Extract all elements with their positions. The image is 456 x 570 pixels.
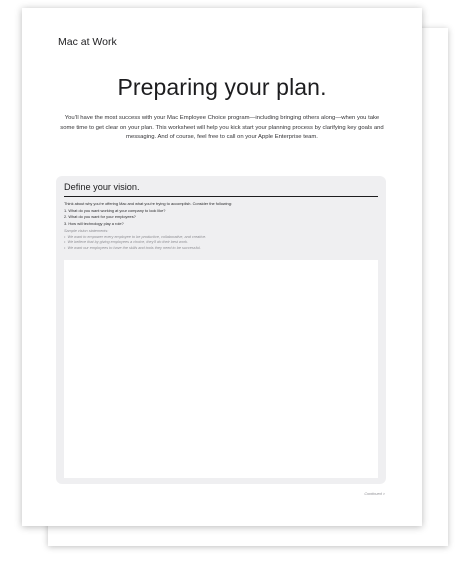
brand-label: Mac at Work bbox=[58, 36, 117, 48]
intro-paragraph: You’ll have the most success with your M… bbox=[60, 115, 384, 141]
section-heading: Define your vision. bbox=[64, 182, 140, 192]
question-item: 3. How will technology play a role? bbox=[64, 220, 124, 226]
question-item: 1. What do you want working at your comp… bbox=[64, 207, 166, 213]
vision-section: Define your vision. Think about why you’… bbox=[56, 176, 386, 484]
prompt-intro: Think about why you’re offering Mac and … bbox=[64, 201, 232, 206]
sample-statements: Sample vision statements: • We want to e… bbox=[64, 229, 378, 251]
page-title: Preparing your plan. bbox=[117, 74, 327, 100]
sample-item: • We want our employees to have the skil… bbox=[64, 245, 201, 250]
continued-label: Continued > bbox=[364, 492, 385, 496]
section-divider bbox=[64, 196, 378, 197]
worksheet-page: Mac at Work Preparing your plan. You’ll … bbox=[22, 8, 422, 526]
vision-text-area[interactable] bbox=[64, 260, 378, 478]
section-prompt: Think about why you’re offering Mac and … bbox=[64, 201, 378, 227]
question-item: 2. What do you want for your employees? bbox=[64, 214, 136, 220]
